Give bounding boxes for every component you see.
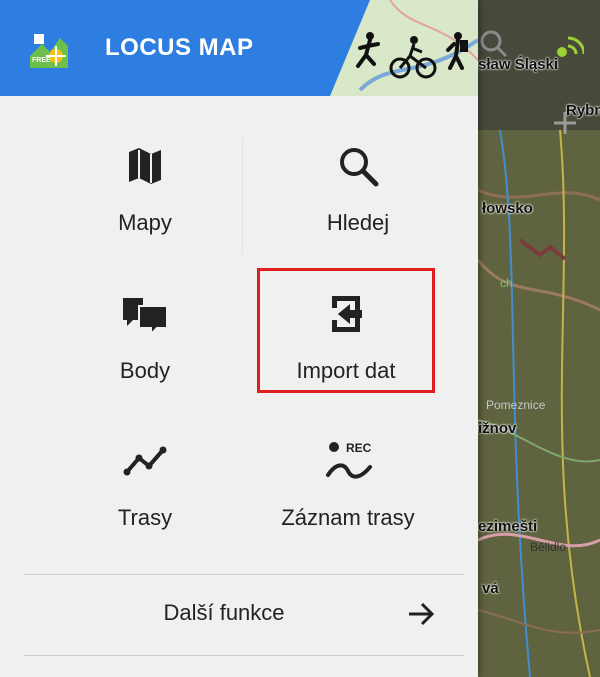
map-label: ižnov	[478, 420, 517, 437]
menu-item-label: Záznam trasy	[281, 505, 415, 530]
map-label: łowsko	[482, 200, 533, 217]
menu-item-maps[interactable]: Mapy	[35, 110, 255, 250]
navigation-drawer: FREE LOCUS MAP Mapy Hledej Body Import d…	[0, 0, 478, 677]
map-label: Bělidlo	[530, 540, 567, 554]
drawer-header: FREE LOCUS MAP	[0, 0, 478, 96]
map-label: ch	[500, 276, 513, 290]
map-label: Pomeznice	[486, 398, 546, 412]
search-icon	[334, 142, 382, 190]
track-icon	[121, 437, 169, 485]
map-search-icon[interactable]	[478, 28, 518, 68]
zoom-in-icon[interactable]	[552, 110, 592, 150]
menu-item-search[interactable]: Hledej	[248, 110, 468, 250]
free-badge: FREE	[32, 57, 51, 64]
header-illustration	[330, 0, 478, 96]
app-title: LOCUS MAP	[105, 34, 254, 61]
arrow-right-icon	[406, 599, 436, 629]
more-functions-label: Další funkce	[163, 600, 285, 625]
menu-item-label: Trasy	[117, 505, 173, 530]
menu-item-label: Mapy	[118, 210, 172, 235]
record-track-icon: REC	[318, 437, 378, 485]
divider	[242, 138, 243, 253]
menu-item-points[interactable]: Body	[35, 258, 255, 398]
menu-item-label: Hledej	[326, 210, 390, 235]
map-label: ezimešti	[478, 518, 538, 535]
map-icon	[121, 142, 169, 190]
highlight-frame	[257, 268, 435, 393]
menu-item-record-track[interactable]: REC Záznam trasy	[238, 405, 458, 545]
rec-badge: REC	[346, 441, 372, 455]
map-label: vá	[482, 580, 499, 597]
gps-icon[interactable]	[552, 30, 592, 70]
divider	[24, 655, 464, 656]
app-logo-icon: FREE	[26, 26, 70, 70]
menu-item-label: Body	[119, 358, 171, 383]
points-icon	[121, 290, 169, 338]
more-functions-button[interactable]: Další funkce	[24, 575, 464, 653]
menu-item-tracks[interactable]: Trasy	[35, 405, 255, 545]
